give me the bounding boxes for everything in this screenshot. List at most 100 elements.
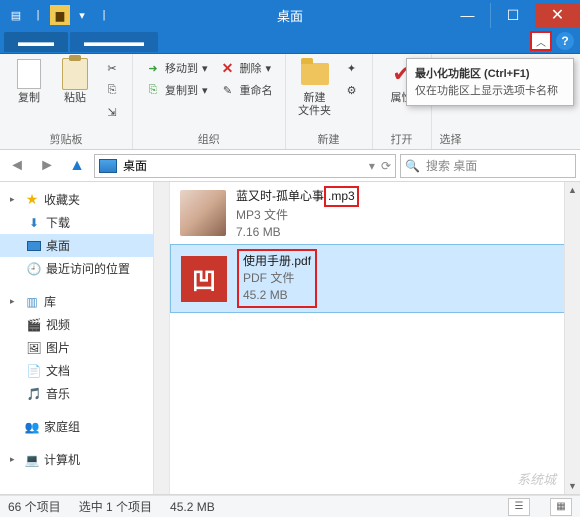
location-icon bbox=[99, 159, 117, 173]
move-icon: ➜ bbox=[145, 60, 161, 76]
minimize-button[interactable]: — bbox=[445, 3, 490, 28]
sidebar-computer[interactable]: ▸💻计算机 bbox=[0, 448, 169, 471]
nav-up-button[interactable]: ▲ bbox=[64, 154, 90, 178]
file-list-pane: 蓝又时-孤单心事.mp3 MP3 文件 7.16 MB 凹 使用手册.pdf P… bbox=[170, 182, 580, 494]
paste-icon bbox=[62, 58, 88, 90]
ribbon-tab-file[interactable]: ▬▬▬ bbox=[4, 32, 68, 52]
shortcut-icon: ⇲ bbox=[104, 104, 120, 120]
window-title: 桌面 bbox=[277, 6, 303, 25]
qat-separator: | bbox=[28, 5, 48, 25]
file-thumbnail bbox=[180, 190, 226, 236]
pdf-icon: 凹 bbox=[181, 256, 227, 302]
sidebar-item-downloads[interactable]: ⬇下载 bbox=[0, 211, 169, 234]
ribbon-tooltip: 最小化功能区 (Ctrl+F1) 仅在功能区上显示选项卡名称 bbox=[406, 58, 574, 106]
sidebar-libraries[interactable]: ▸▥库 bbox=[0, 290, 169, 313]
paste-button[interactable]: 粘贴 bbox=[54, 58, 96, 129]
quick-access-toolbar: ▤ | ▆ ▾ | bbox=[0, 1, 120, 29]
file-item-pdf[interactable]: 凹 使用手册.pdf PDF 文件 45.2 MB bbox=[170, 244, 580, 312]
ribbon-group-organize: ➜移动到 ▾ ⎘复制到 ▾ ✕删除 ▾ ✎重命名 组织 bbox=[133, 54, 286, 149]
tooltip-title: 最小化功能区 (Ctrl+F1) bbox=[415, 65, 565, 81]
paste-shortcut-button[interactable]: ⇲ bbox=[100, 102, 124, 122]
file-item-mp3[interactable]: 蓝又时-孤单心事.mp3 MP3 文件 7.16 MB bbox=[170, 182, 580, 244]
desktop-icon bbox=[26, 238, 42, 254]
title-bar: ▤ | ▆ ▾ | 桌面 — ☐ ✕ bbox=[0, 0, 580, 30]
address-path: 桌面 bbox=[123, 157, 147, 174]
cut-button[interactable]: ✂ bbox=[100, 58, 124, 78]
address-dropdown-icon[interactable]: ▾ bbox=[369, 159, 375, 173]
copy-to-button[interactable]: ⎘复制到 ▾ bbox=[141, 80, 212, 100]
sidebar-homegroup[interactable]: 👥家庭组 bbox=[0, 415, 169, 438]
address-bar: ◄ ► ▲ 桌面 ▾ ⟳ 🔍 搜索 桌面 bbox=[0, 150, 580, 182]
watermark: 系统城 bbox=[517, 469, 556, 488]
path-icon: ⎘ bbox=[104, 82, 120, 98]
sidebar-item-recent[interactable]: 🕘最近访问的位置 bbox=[0, 257, 169, 280]
ribbon-tab-home[interactable]: ▬▬▬▬▬ bbox=[70, 32, 158, 52]
new-folder-button[interactable]: 新建 文件夹 bbox=[294, 58, 336, 129]
homegroup-icon: 👥 bbox=[24, 419, 40, 435]
system-menu-icon[interactable]: ▤ bbox=[6, 5, 26, 25]
nav-back-button[interactable]: ◄ bbox=[4, 154, 30, 178]
help-button[interactable]: ? bbox=[556, 32, 574, 50]
move-to-button[interactable]: ➜移动到 ▾ bbox=[141, 58, 212, 78]
maximize-button[interactable]: ☐ bbox=[490, 3, 535, 28]
filepane-scrollbar[interactable]: ▲ ▼ bbox=[564, 182, 580, 494]
copy-path-button[interactable]: ⎘ bbox=[100, 80, 124, 100]
sidebar-item-music[interactable]: 🎵音乐 bbox=[0, 382, 169, 405]
library-icon: ▥ bbox=[24, 294, 40, 310]
qat-overflow[interactable]: | bbox=[94, 5, 114, 25]
scroll-down-icon[interactable]: ▼ bbox=[565, 478, 580, 494]
ribbon-tab-strip: ▬▬▬ ▬▬▬▬▬ ︿ ? bbox=[0, 30, 580, 54]
sidebar-item-desktop[interactable]: 桌面 bbox=[0, 234, 169, 257]
music-icon: 🎵 bbox=[26, 386, 42, 402]
sidebar-favorites[interactable]: ▸★收藏夹 bbox=[0, 188, 169, 211]
group-label-select: 选择 bbox=[440, 129, 462, 147]
extension-highlight: .mp3 bbox=[324, 186, 359, 207]
video-icon: 🎬 bbox=[26, 317, 42, 333]
cut-icon: ✂ bbox=[104, 60, 120, 76]
tooltip-body: 仅在功能区上显示选项卡名称 bbox=[415, 84, 565, 99]
sidebar-item-pictures[interactable]: 🖼图片 bbox=[0, 336, 169, 359]
search-icon: 🔍 bbox=[405, 159, 420, 173]
ribbon: 复制 粘贴 ✂ ⎘ ⇲ 剪贴板 ➜移动到 ▾ ⎘复制到 ▾ ✕删除 ▾ ✎重命名 bbox=[0, 54, 580, 150]
nav-forward-button[interactable]: ► bbox=[34, 154, 60, 178]
view-details-button[interactable]: ☰ bbox=[508, 498, 530, 516]
delete-button[interactable]: ✕删除 ▾ bbox=[216, 58, 277, 78]
address-field[interactable]: 桌面 ▾ ⟳ bbox=[94, 154, 396, 178]
new-item-icon: ✦ bbox=[344, 60, 360, 76]
download-icon: ⬇ bbox=[26, 215, 42, 231]
refresh-icon[interactable]: ⟳ bbox=[381, 159, 391, 173]
new-item-button[interactable]: ✦ bbox=[340, 58, 364, 78]
picture-icon: 🖼 bbox=[26, 340, 42, 356]
easy-access-button[interactable]: ⚙ bbox=[340, 80, 364, 100]
copy-button[interactable]: 复制 bbox=[8, 58, 50, 129]
easy-access-icon: ⚙ bbox=[344, 82, 360, 98]
ribbon-group-new: 新建 文件夹 ✦ ⚙ 新建 bbox=[286, 54, 373, 149]
status-item-count: 66 个项目 bbox=[8, 498, 61, 515]
ribbon-group-clipboard: 复制 粘贴 ✂ ⎘ ⇲ 剪贴板 bbox=[0, 54, 133, 149]
search-placeholder: 搜索 桌面 bbox=[426, 157, 477, 174]
group-label-clipboard: 剪贴板 bbox=[8, 129, 124, 147]
close-button[interactable]: ✕ bbox=[535, 3, 580, 28]
group-label-new: 新建 bbox=[294, 129, 364, 147]
file-thumbnail: 凹 bbox=[181, 256, 227, 302]
content-area: ▸★收藏夹 ⬇下载 桌面 🕘最近访问的位置 ▸▥库 🎬视频 🖼图片 📄文档 🎵音… bbox=[0, 182, 580, 495]
rename-icon: ✎ bbox=[220, 82, 236, 98]
scroll-up-icon[interactable]: ▲ bbox=[565, 182, 580, 198]
minimize-ribbon-button[interactable]: ︿ bbox=[530, 31, 552, 51]
qat-dropdown-icon[interactable]: ▾ bbox=[72, 5, 92, 25]
rename-button[interactable]: ✎重命名 bbox=[216, 80, 277, 100]
qat-folder-icon[interactable]: ▆ bbox=[50, 5, 70, 25]
group-label-organize: 组织 bbox=[141, 129, 277, 147]
status-selection: 选中 1 个项目 bbox=[79, 498, 152, 515]
sidebar-scrollbar[interactable] bbox=[153, 182, 169, 494]
view-icons-button[interactable]: ▦ bbox=[550, 498, 572, 516]
copyto-icon: ⎘ bbox=[145, 82, 161, 98]
document-icon: 📄 bbox=[26, 363, 42, 379]
sidebar-item-videos[interactable]: 🎬视频 bbox=[0, 313, 169, 336]
search-input[interactable]: 🔍 搜索 桌面 bbox=[400, 154, 576, 178]
navigation-pane: ▸★收藏夹 ⬇下载 桌面 🕘最近访问的位置 ▸▥库 🎬视频 🖼图片 📄文档 🎵音… bbox=[0, 182, 170, 494]
sidebar-item-documents[interactable]: 📄文档 bbox=[0, 359, 169, 382]
window-controls: — ☐ ✕ bbox=[445, 3, 580, 28]
copy-icon bbox=[17, 59, 41, 89]
delete-icon: ✕ bbox=[220, 60, 236, 76]
